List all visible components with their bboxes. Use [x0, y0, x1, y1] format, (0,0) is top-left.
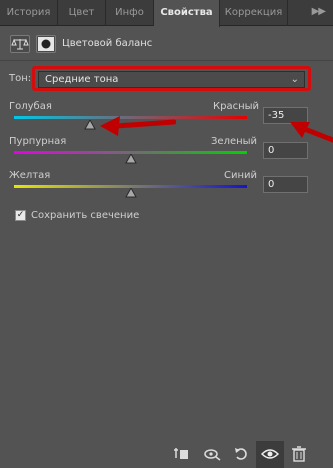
- tab-color[interactable]: Цвет: [58, 0, 106, 26]
- view-previous-icon[interactable]: [203, 446, 221, 462]
- tab-info[interactable]: Инфо: [106, 0, 154, 26]
- layer-mask-icon[interactable]: [36, 35, 56, 53]
- highlight-box: [32, 66, 311, 91]
- tab-history[interactable]: История: [0, 0, 58, 26]
- tab-properties[interactable]: Свойства: [154, 0, 220, 27]
- preserve-luminosity-checkbox[interactable]: ✓: [15, 210, 26, 221]
- tab-adjustments[interactable]: Коррекция: [220, 0, 288, 26]
- adjustment-title: Цветовой баланс: [62, 38, 153, 49]
- annotation-arrow-icon: [100, 116, 176, 136]
- bottom-toolbar: [0, 440, 333, 468]
- reset-icon[interactable]: [233, 446, 251, 462]
- annotation-arrow-icon: [290, 122, 333, 143]
- yellow-label: Желтая: [9, 170, 51, 181]
- green-label: Зеленый: [211, 136, 258, 147]
- color-balance-icon[interactable]: [10, 35, 30, 53]
- trash-icon[interactable]: [290, 446, 308, 462]
- clip-to-layer-icon[interactable]: [172, 446, 190, 462]
- tab-bar: История Цвет Инфо Свойства Коррекция ▶▶: [0, 0, 333, 27]
- blue-label: Синий: [224, 170, 258, 181]
- panel-menu-icon[interactable]: ▶▶: [312, 6, 326, 17]
- visibility-eye-icon[interactable]: [260, 446, 280, 462]
- tone-label: Тон:: [9, 73, 32, 84]
- properties-header: Цветовой баланс: [0, 27, 333, 61]
- cyan-label: Голубая: [9, 101, 52, 112]
- preserve-luminosity-label: Сохранить свечение: [31, 210, 140, 221]
- red-label: Красный: [213, 101, 260, 112]
- yellow-blue-value-input[interactable]: 0: [263, 176, 308, 193]
- magenta-label: Пурпурная: [9, 136, 67, 147]
